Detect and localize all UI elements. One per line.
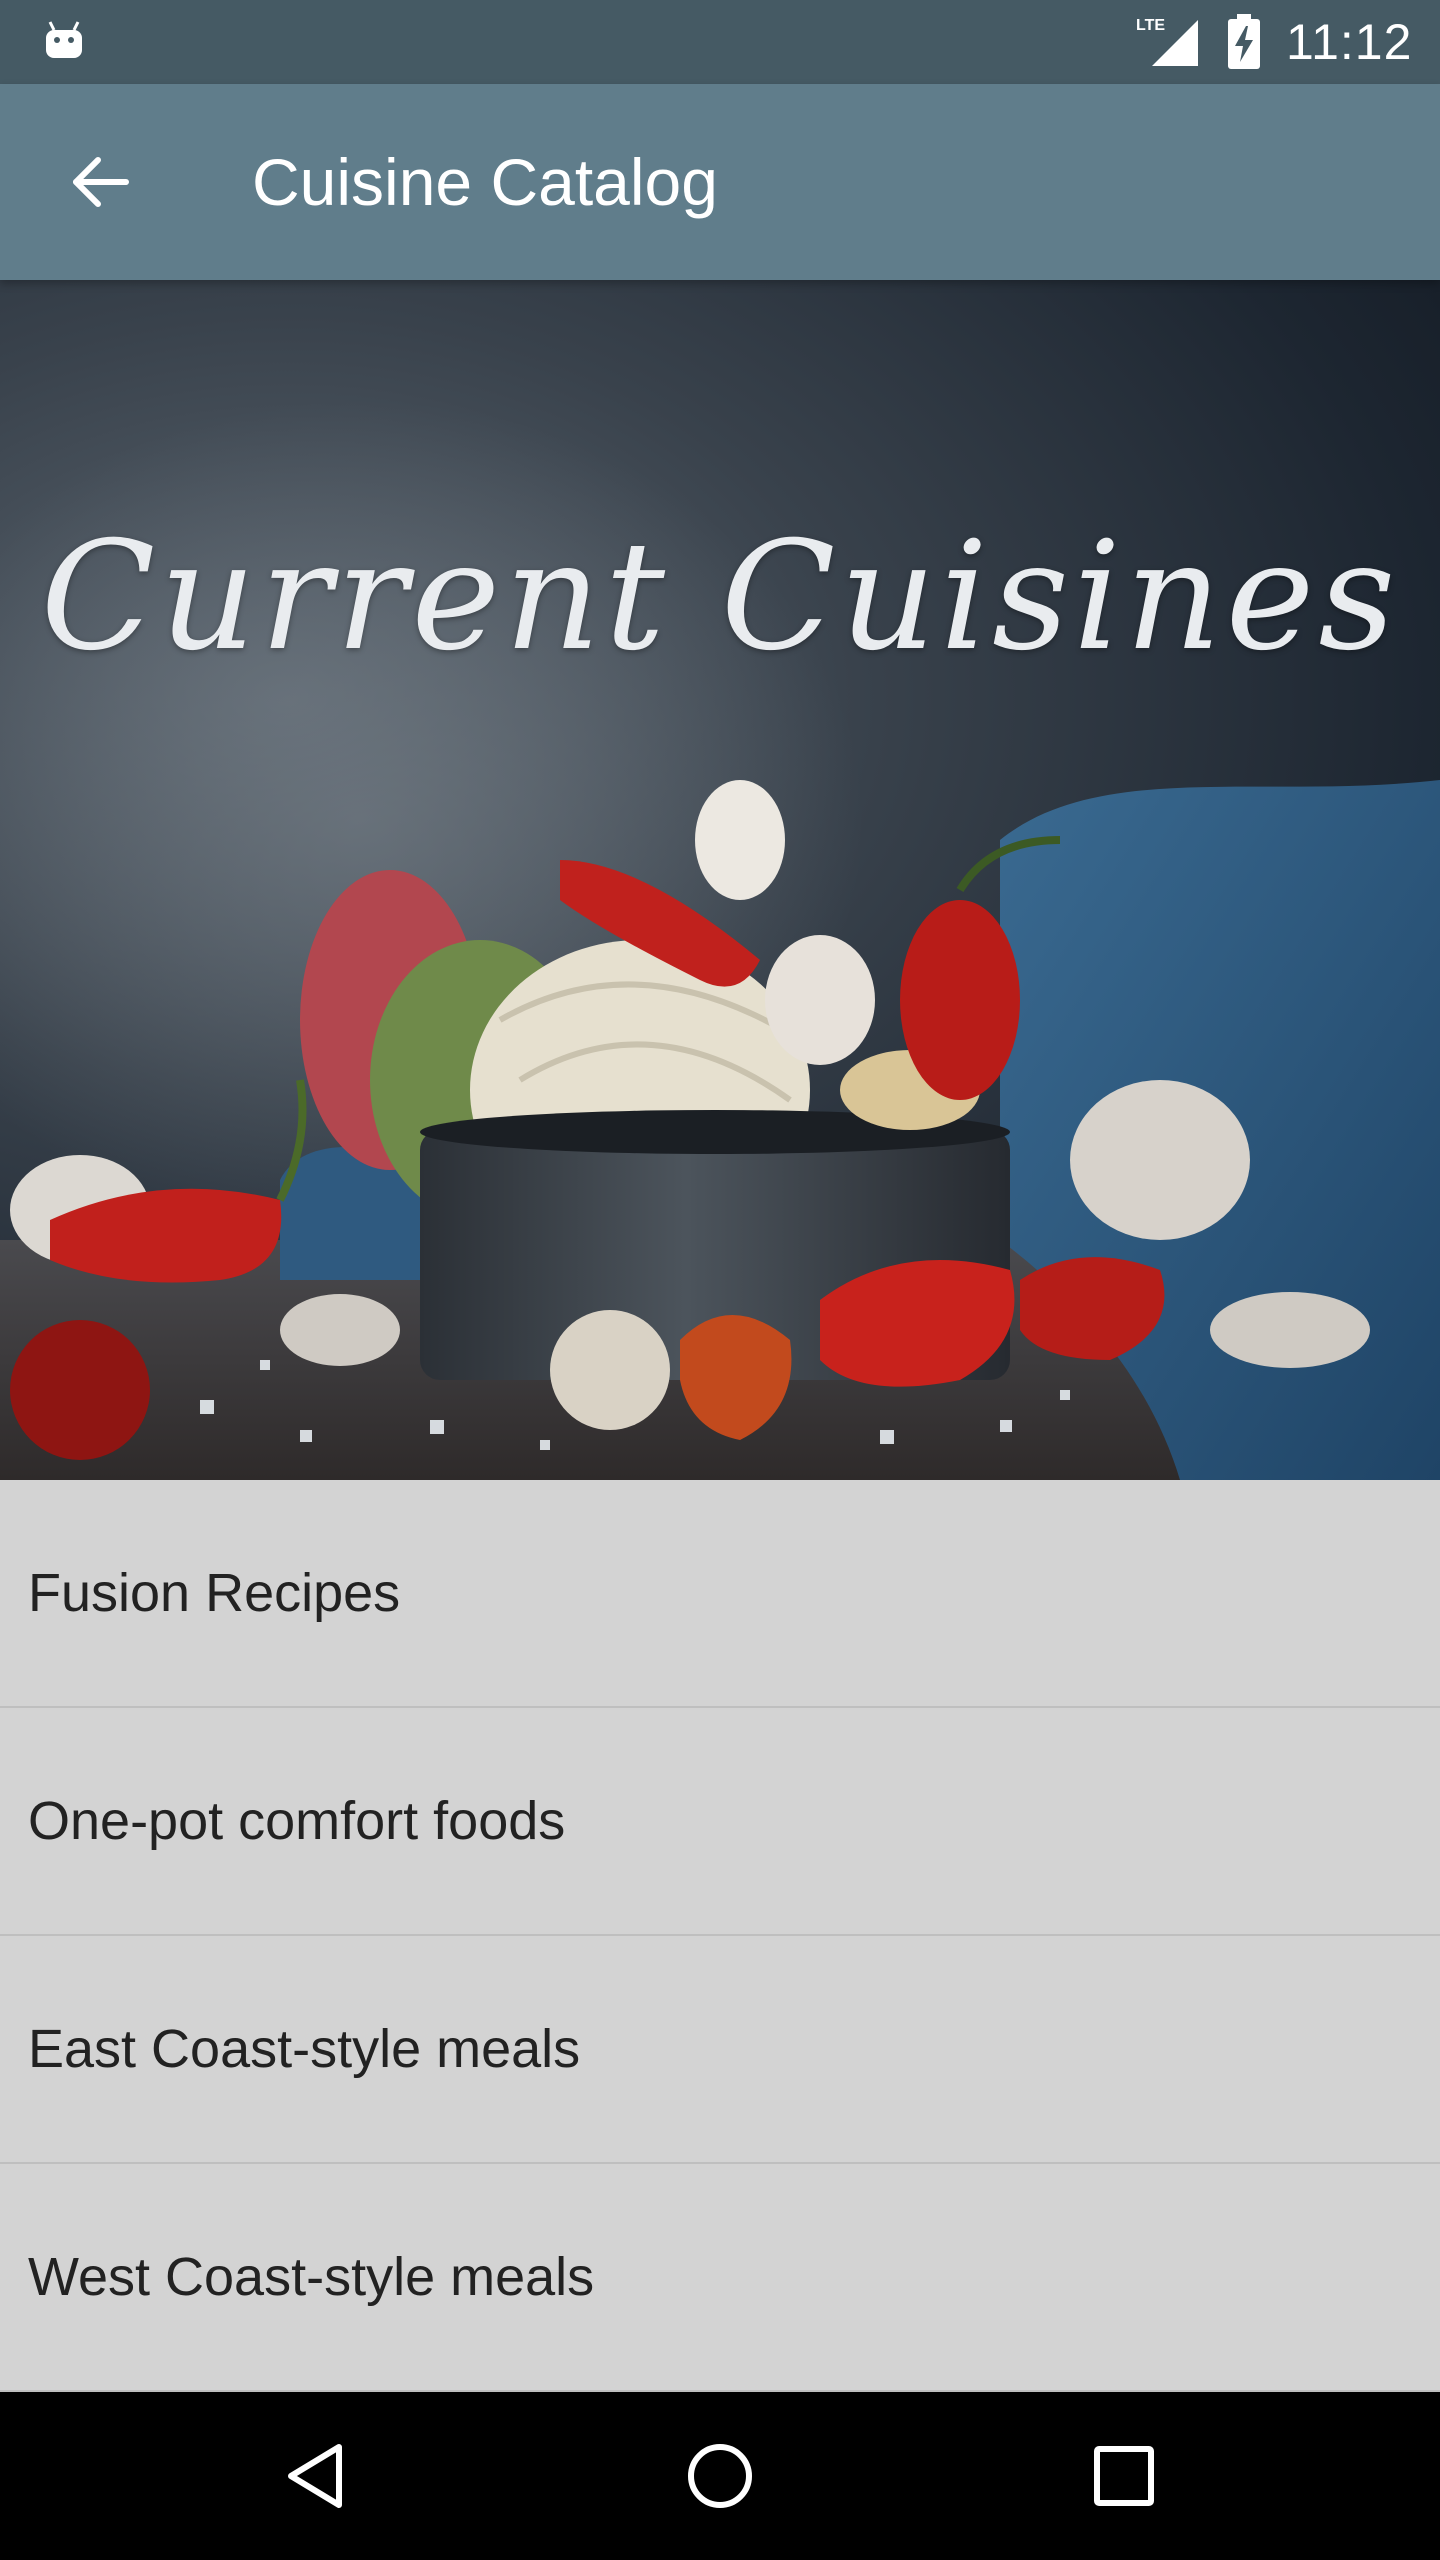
back-triangle-icon bbox=[288, 2444, 342, 2508]
list-item-label: East Coast-style meals bbox=[28, 2019, 581, 2079]
svg-text:LTE: LTE bbox=[1136, 17, 1165, 34]
list-item-east-coast-meals[interactable]: East Coast-style meals bbox=[0, 1936, 1440, 2164]
navigation-bar bbox=[0, 2392, 1440, 2560]
nav-home-button[interactable] bbox=[670, 2426, 770, 2526]
list-item-label: One-pot comfort foods bbox=[28, 1791, 566, 1851]
list-item-label: Fusion Recipes bbox=[28, 1563, 401, 1623]
list-item-one-pot-comfort-foods[interactable]: One-pot comfort foods bbox=[0, 1708, 1440, 1936]
food-still-life-image bbox=[0, 280, 1440, 1480]
app-bar: Cuisine Catalog bbox=[0, 84, 1440, 280]
recents-square-icon bbox=[1094, 2446, 1154, 2506]
hero-banner: Current Cuisines bbox=[0, 280, 1440, 1480]
home-circle-icon bbox=[688, 2444, 752, 2508]
status-bar: LTE 11:12 bbox=[0, 0, 1440, 84]
back-button[interactable] bbox=[52, 134, 148, 230]
cuisine-list: Fusion Recipes One-pot comfort foods Eas… bbox=[0, 1480, 1440, 2392]
lte-signal-icon: LTE bbox=[1136, 17, 1198, 66]
hero-title: Current Cuisines bbox=[40, 510, 1400, 684]
nav-back-button[interactable] bbox=[266, 2426, 366, 2526]
page-title: Cuisine Catalog bbox=[252, 145, 718, 219]
list-item-label: West Coast-style meals bbox=[28, 2247, 595, 2307]
nav-recents-button[interactable] bbox=[1074, 2426, 1174, 2526]
list-item-west-coast-meals[interactable]: West Coast-style meals bbox=[0, 2164, 1440, 2392]
battery-charging-icon bbox=[1228, 14, 1260, 69]
arrow-back-icon bbox=[73, 157, 129, 207]
list-item-fusion-recipes[interactable]: Fusion Recipes bbox=[0, 1480, 1440, 1708]
screen: LTE 11:12 Cuisine Catalog Current Cuisin… bbox=[0, 0, 1440, 2560]
status-time: 11:12 bbox=[1286, 14, 1413, 70]
android-debug-icon bbox=[46, 21, 82, 58]
